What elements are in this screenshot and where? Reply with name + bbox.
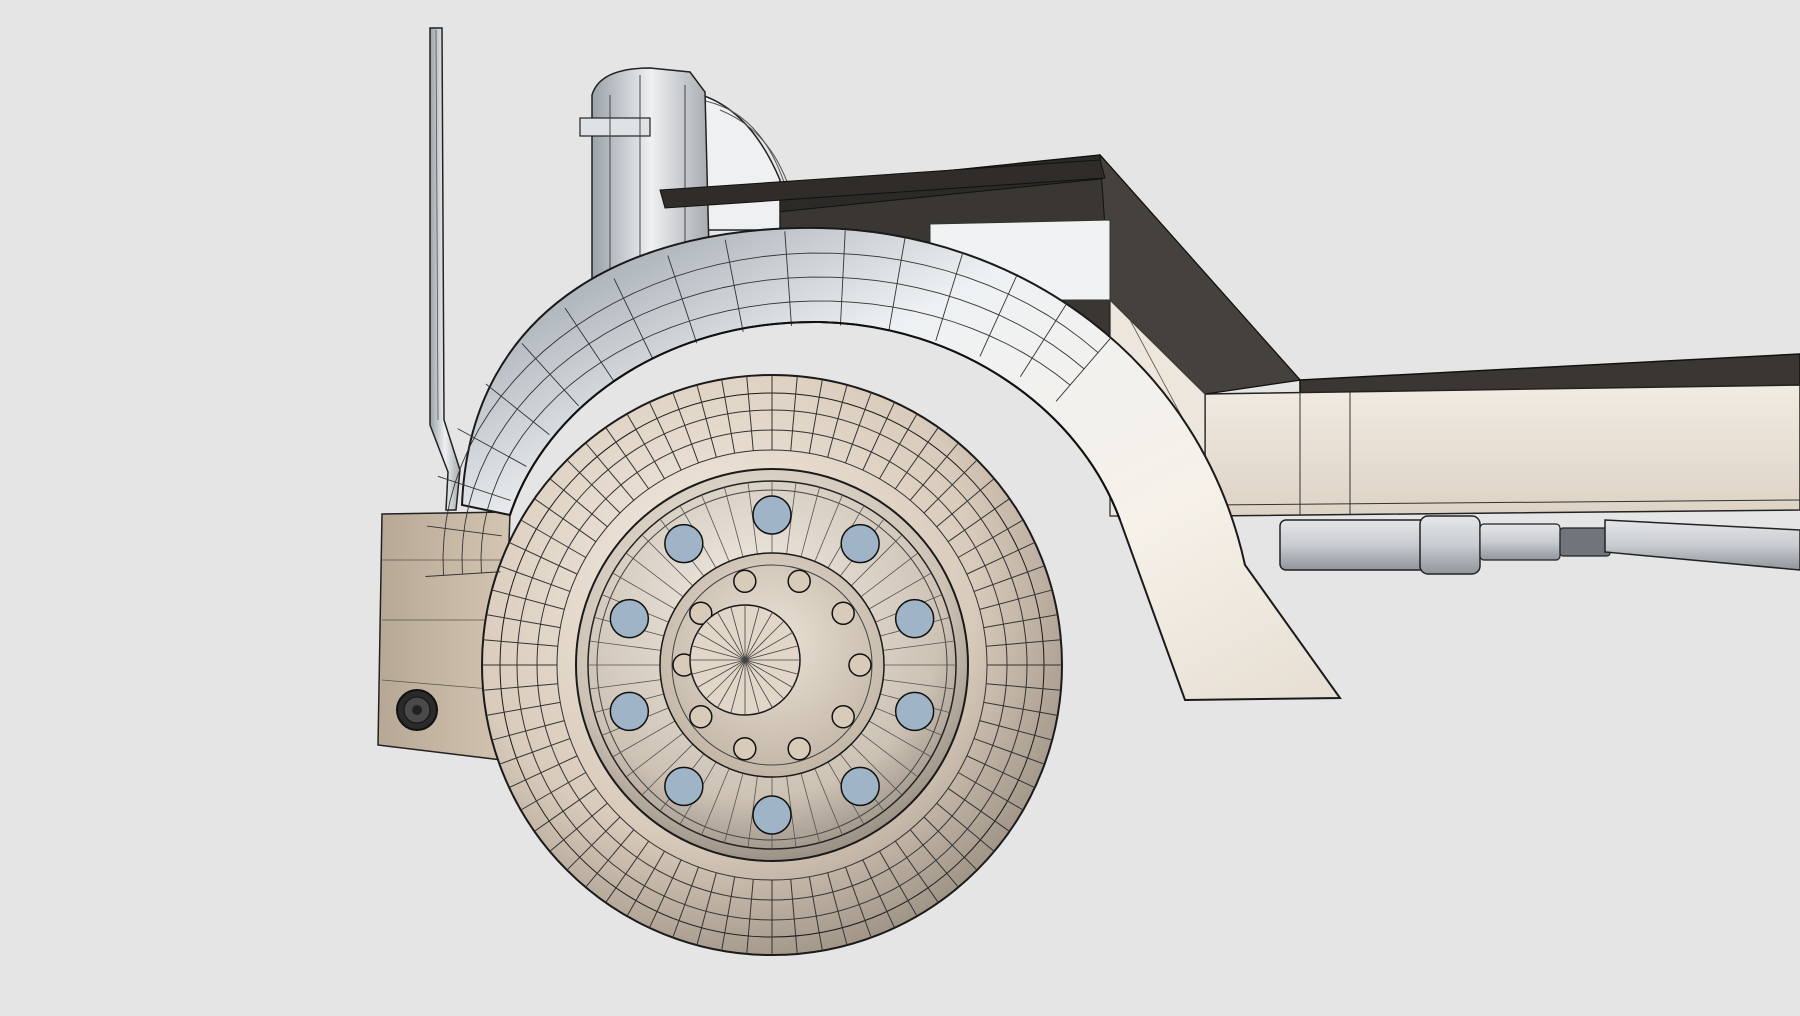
lug-nut [848,653,872,677]
lug-nut [787,569,811,594]
lug-nut [787,736,811,761]
lug-nut [831,601,855,626]
rim-hole [664,523,704,564]
lug-nut [831,704,855,729]
rim-hole [840,523,880,564]
cad-viewport[interactable] [0,0,1800,1016]
lug-nut [733,569,757,594]
rim-hole [752,495,792,535]
rim-hole [609,598,650,639]
exhaust-stack[interactable] [429,27,461,511]
rim-hole [840,766,880,807]
lug-nut [689,704,713,729]
hub[interactable] [659,552,885,778]
drive-shaft[interactable] [1279,515,1800,575]
tail-light [396,689,438,731]
lug-nut [733,736,757,761]
rim-hole [752,795,792,835]
rim-hole [894,598,935,639]
rim-hole [894,691,935,732]
truck-rear-wheel-model[interactable] [0,0,1800,1016]
rim-hole [664,766,704,807]
rim-hole [609,691,650,732]
